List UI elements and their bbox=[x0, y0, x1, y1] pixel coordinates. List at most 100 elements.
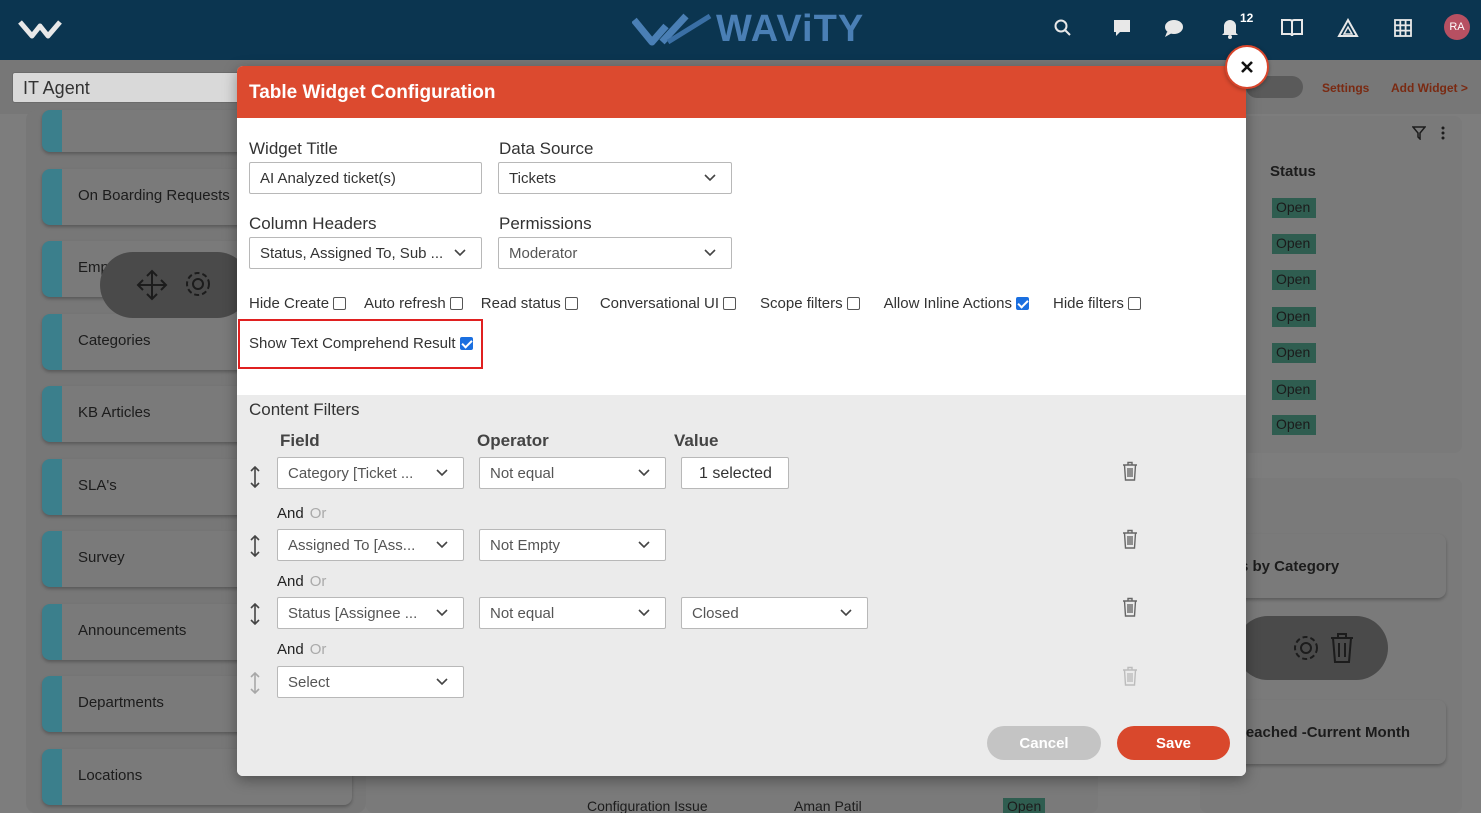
column-headers-select[interactable]: Status, Assigned To, Sub ... bbox=[249, 237, 482, 269]
gear-icon[interactable] bbox=[1290, 632, 1322, 664]
allow-inline-actions-checkbox[interactable] bbox=[1016, 297, 1029, 310]
status-badge: Open bbox=[1272, 270, 1316, 290]
user-avatar[interactable]: RA bbox=[1444, 14, 1470, 40]
triangle-app-icon[interactable] bbox=[1334, 14, 1362, 42]
scope-filters-label: Scope filters bbox=[760, 295, 843, 312]
show-text-comprehend-checkbox[interactable] bbox=[459, 337, 473, 350]
status-column-header: Status bbox=[1270, 163, 1316, 180]
filter-field-select-new[interactable]: Select bbox=[277, 666, 464, 698]
or-option[interactable]: Or bbox=[310, 573, 327, 590]
table-widget-config-modal: Table Widget Configuration Widget Title … bbox=[237, 66, 1246, 776]
chat-square-icon[interactable] bbox=[1108, 14, 1136, 42]
chevron-down-icon bbox=[454, 249, 466, 257]
filter-operator-select[interactable]: Not Empty bbox=[479, 529, 666, 561]
and-option[interactable]: And bbox=[277, 505, 304, 522]
and-option[interactable]: And bbox=[277, 573, 304, 590]
hide-create-option[interactable]: Hide Create bbox=[249, 295, 347, 312]
delete-filter-icon[interactable] bbox=[1121, 597, 1139, 617]
conversational-ui-label: Conversational UI bbox=[599, 295, 720, 312]
allow-inline-actions-option[interactable]: Allow Inline Actions bbox=[884, 295, 1029, 312]
chevron-down-icon bbox=[638, 469, 650, 477]
sidebar-item-label: SLA's bbox=[78, 477, 117, 494]
trash-icon[interactable] bbox=[1328, 632, 1356, 664]
or-option[interactable]: Or bbox=[310, 641, 327, 658]
filter-field-value: Select bbox=[288, 674, 330, 691]
conversational-ui-option[interactable]: Conversational UI bbox=[599, 295, 737, 312]
add-widget-link[interactable]: Add Widget > bbox=[1391, 81, 1468, 95]
background-row-assignee: Aman Patil bbox=[794, 798, 862, 813]
delete-filter-icon[interactable] bbox=[1121, 461, 1139, 481]
modal-title: Table Widget Configuration bbox=[249, 82, 496, 103]
hide-filters-label: Hide filters bbox=[1053, 295, 1124, 312]
status-badge: Open bbox=[1272, 343, 1316, 363]
delete-filter-icon[interactable] bbox=[1121, 529, 1139, 549]
and-or-toggle[interactable]: And Or bbox=[277, 505, 326, 522]
and-or-toggle[interactable]: And Or bbox=[277, 573, 326, 590]
drag-handle-icon[interactable] bbox=[248, 603, 262, 625]
filter-value-select[interactable]: Closed bbox=[681, 597, 868, 629]
scope-filters-checkbox[interactable] bbox=[846, 297, 860, 310]
brand-logo[interactable]: WAViTY bbox=[632, 8, 864, 50]
and-option[interactable]: And bbox=[277, 641, 304, 658]
close-modal-button[interactable] bbox=[1225, 45, 1269, 89]
chat-bubble-icon[interactable] bbox=[1160, 14, 1188, 42]
auto-refresh-option[interactable]: Auto refresh bbox=[364, 295, 463, 312]
and-or-toggle[interactable]: And Or bbox=[277, 641, 326, 658]
filter-field-select[interactable]: Category [Ticket ... bbox=[277, 457, 464, 489]
search-icon[interactable] bbox=[1049, 14, 1077, 42]
status-badge: Open bbox=[1272, 307, 1316, 327]
sidebar-item-label: On Boarding Requests bbox=[78, 187, 230, 204]
chevron-down-icon bbox=[704, 249, 716, 257]
apps-grid-icon[interactable] bbox=[1389, 14, 1417, 42]
move-icon[interactable] bbox=[136, 269, 168, 301]
scope-filters-option[interactable]: Scope filters bbox=[760, 295, 860, 312]
report-card-label: reached -Current Month bbox=[1240, 724, 1411, 741]
menu-logo-icon[interactable] bbox=[18, 16, 62, 42]
read-status-option[interactable]: Read status bbox=[481, 295, 578, 312]
auto-refresh-checkbox[interactable] bbox=[449, 297, 463, 310]
or-option[interactable]: Or bbox=[310, 505, 327, 522]
widget-actions-pill bbox=[100, 252, 250, 318]
status-badge: Open bbox=[1272, 234, 1316, 254]
drag-handle-icon[interactable] bbox=[248, 535, 262, 557]
filter-operator-select[interactable]: Not equal bbox=[479, 457, 666, 489]
show-text-comprehend-option[interactable]: Show Text Comprehend Result bbox=[249, 335, 473, 352]
knowledge-book-icon[interactable] bbox=[1278, 14, 1306, 42]
status-badge: Open bbox=[1272, 415, 1316, 435]
filter-field-select[interactable]: Assigned To [Ass... bbox=[277, 529, 464, 561]
filter-field-select[interactable]: Status [Assignee ... bbox=[277, 597, 464, 629]
filter-value-multiselect[interactable]: 1 selected bbox=[681, 457, 789, 489]
save-button[interactable]: Save bbox=[1117, 726, 1230, 760]
filter-operator-value: Not Empty bbox=[490, 537, 561, 554]
hide-filters-checkbox[interactable] bbox=[1127, 297, 1141, 310]
gear-icon[interactable] bbox=[182, 268, 214, 300]
allow-inline-actions-label: Allow Inline Actions bbox=[883, 295, 1012, 312]
hide-create-checkbox[interactable] bbox=[333, 297, 347, 310]
settings-link[interactable]: Settings bbox=[1322, 81, 1369, 95]
data-source-select[interactable]: Tickets bbox=[498, 162, 732, 194]
read-status-checkbox[interactable] bbox=[564, 297, 578, 310]
more-vertical-icon[interactable] bbox=[1440, 126, 1446, 140]
agent-selector[interactable]: IT Agent bbox=[12, 72, 252, 103]
filter-icon[interactable] bbox=[1412, 126, 1426, 140]
hide-filters-option[interactable]: Hide filters bbox=[1053, 295, 1141, 312]
drag-handle-icon[interactable] bbox=[248, 466, 262, 488]
widget-actions-pill-right bbox=[1236, 616, 1388, 680]
permissions-label: Permissions bbox=[499, 214, 592, 233]
data-source-label: Data Source bbox=[499, 139, 594, 158]
widget-title-input[interactable]: AI Analyzed ticket(s) bbox=[249, 162, 482, 194]
conversational-ui-checkbox[interactable] bbox=[723, 297, 737, 310]
sidebar-item-label: Departments bbox=[78, 694, 164, 711]
background-row-status: Open bbox=[1003, 798, 1046, 813]
chevron-down-icon bbox=[840, 609, 852, 617]
hide-create-label: Hide Create bbox=[249, 295, 330, 312]
chevron-down-icon bbox=[436, 609, 448, 617]
chevron-down-icon bbox=[704, 174, 716, 182]
cancel-button[interactable]: Cancel bbox=[987, 726, 1101, 760]
value-column-header: Value bbox=[674, 431, 719, 450]
drag-handle-icon bbox=[250, 672, 260, 694]
permissions-select[interactable]: Moderator bbox=[498, 237, 732, 269]
field-column-header: Field bbox=[280, 431, 320, 450]
filter-operator-select[interactable]: Not equal bbox=[479, 597, 666, 629]
auto-refresh-label: Auto refresh bbox=[364, 295, 446, 312]
